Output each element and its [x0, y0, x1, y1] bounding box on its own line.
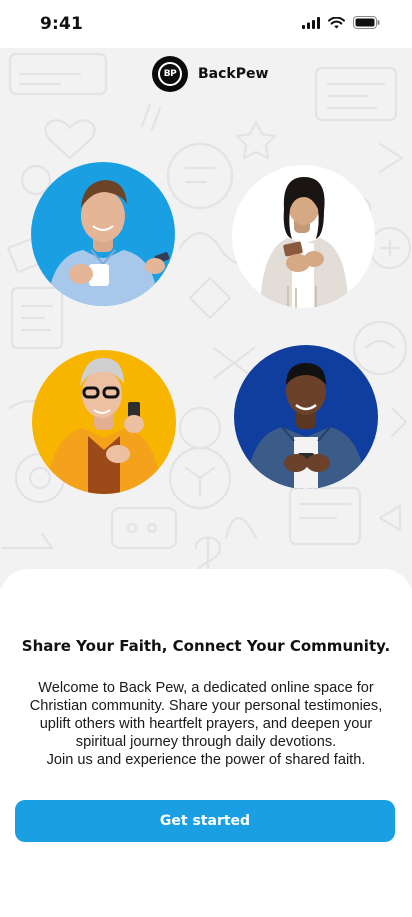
hero-section: BP BackPew — [0, 48, 412, 588]
brand-name: BackPew — [198, 66, 269, 82]
older-man-with-phone-photo — [32, 350, 176, 494]
onboarding-sheet: Share Your Faith, Connect Your Community… — [0, 569, 412, 917]
cellular-signal-icon — [302, 16, 320, 29]
intro-line: spiritual journey through daily devotion… — [75, 734, 337, 750]
doodle-pattern-background — [0, 52, 412, 588]
intro-line: Christian community. Share your personal… — [29, 698, 383, 714]
woman-with-phone-photo — [232, 165, 375, 308]
intro-line: uplift others with heartfelt prayers, an… — [39, 716, 373, 732]
status-icons — [302, 16, 380, 29]
man-in-denim-photo — [234, 345, 378, 489]
get-started-button[interactable]: Get started — [15, 800, 395, 842]
intro-line: Join us and experience the power of shar… — [46, 752, 366, 768]
status-bar: 9:41 — [0, 0, 412, 48]
headline: Share Your Faith, Connect Your Community… — [21, 637, 391, 655]
intro-line: Welcome to Back Pew, a dedicated online … — [38, 680, 374, 696]
battery-icon — [353, 16, 380, 29]
man-with-coffee-photo — [31, 162, 175, 306]
brand-header: BP BackPew — [152, 56, 268, 92]
status-time: 9:41 — [40, 14, 84, 34]
brand-logo-icon: BP — [152, 56, 188, 92]
brand-logo-mark: BP — [158, 62, 182, 86]
wifi-icon — [328, 16, 345, 28]
intro-paragraph: Welcome to Back Pew, a dedicated online … — [20, 679, 392, 769]
